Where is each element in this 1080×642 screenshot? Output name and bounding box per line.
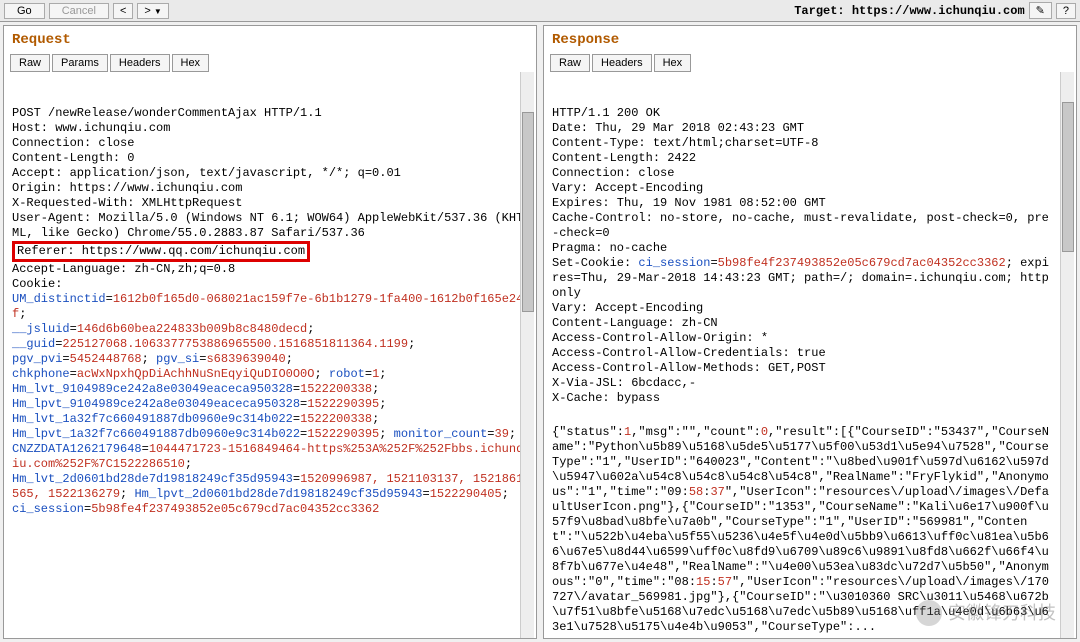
response-scrollbar[interactable] bbox=[1060, 72, 1074, 638]
go-button[interactable]: Go bbox=[4, 3, 45, 19]
tab-headers[interactable]: Headers bbox=[110, 54, 170, 72]
response-title: Response bbox=[544, 26, 1076, 54]
prev-button[interactable]: < bbox=[113, 3, 133, 19]
next-button[interactable]: > ▼ bbox=[137, 3, 168, 19]
tab-raw[interactable]: Raw bbox=[10, 54, 50, 72]
target-help-button[interactable]: ? bbox=[1056, 3, 1076, 19]
top-toolbar: Go Cancel < > ▼ Target: https://www.ichu… bbox=[0, 0, 1080, 22]
request-tabs: Raw Params Headers Hex bbox=[4, 54, 536, 72]
cancel-button[interactable]: Cancel bbox=[49, 3, 109, 19]
request-panel: Request Raw Params Headers Hex POST /new… bbox=[3, 25, 537, 639]
target-edit-button[interactable]: ✎ bbox=[1029, 2, 1052, 19]
response-tabs: Raw Headers Hex bbox=[544, 54, 1076, 72]
tab-hex[interactable]: Hex bbox=[654, 54, 692, 72]
response-panel: Response Raw Headers Hex HTTP/1.1 200 OK… bbox=[543, 25, 1077, 639]
main-split: Request Raw Params Headers Hex POST /new… bbox=[0, 22, 1080, 642]
tab-raw[interactable]: Raw bbox=[550, 54, 590, 72]
request-raw-text[interactable]: POST /newRelease/wonderCommentAjax HTTP/… bbox=[4, 72, 536, 638]
request-scrollbar[interactable] bbox=[520, 72, 534, 638]
tab-params[interactable]: Params bbox=[52, 54, 108, 72]
tab-hex[interactable]: Hex bbox=[172, 54, 210, 72]
response-raw-text[interactable]: HTTP/1.1 200 OKDate: Thu, 29 Mar 2018 02… bbox=[544, 72, 1076, 638]
request-title: Request bbox=[4, 26, 536, 54]
tab-headers[interactable]: Headers bbox=[592, 54, 652, 72]
target-label: Target: https://www.ichunqiu.com bbox=[794, 4, 1024, 18]
